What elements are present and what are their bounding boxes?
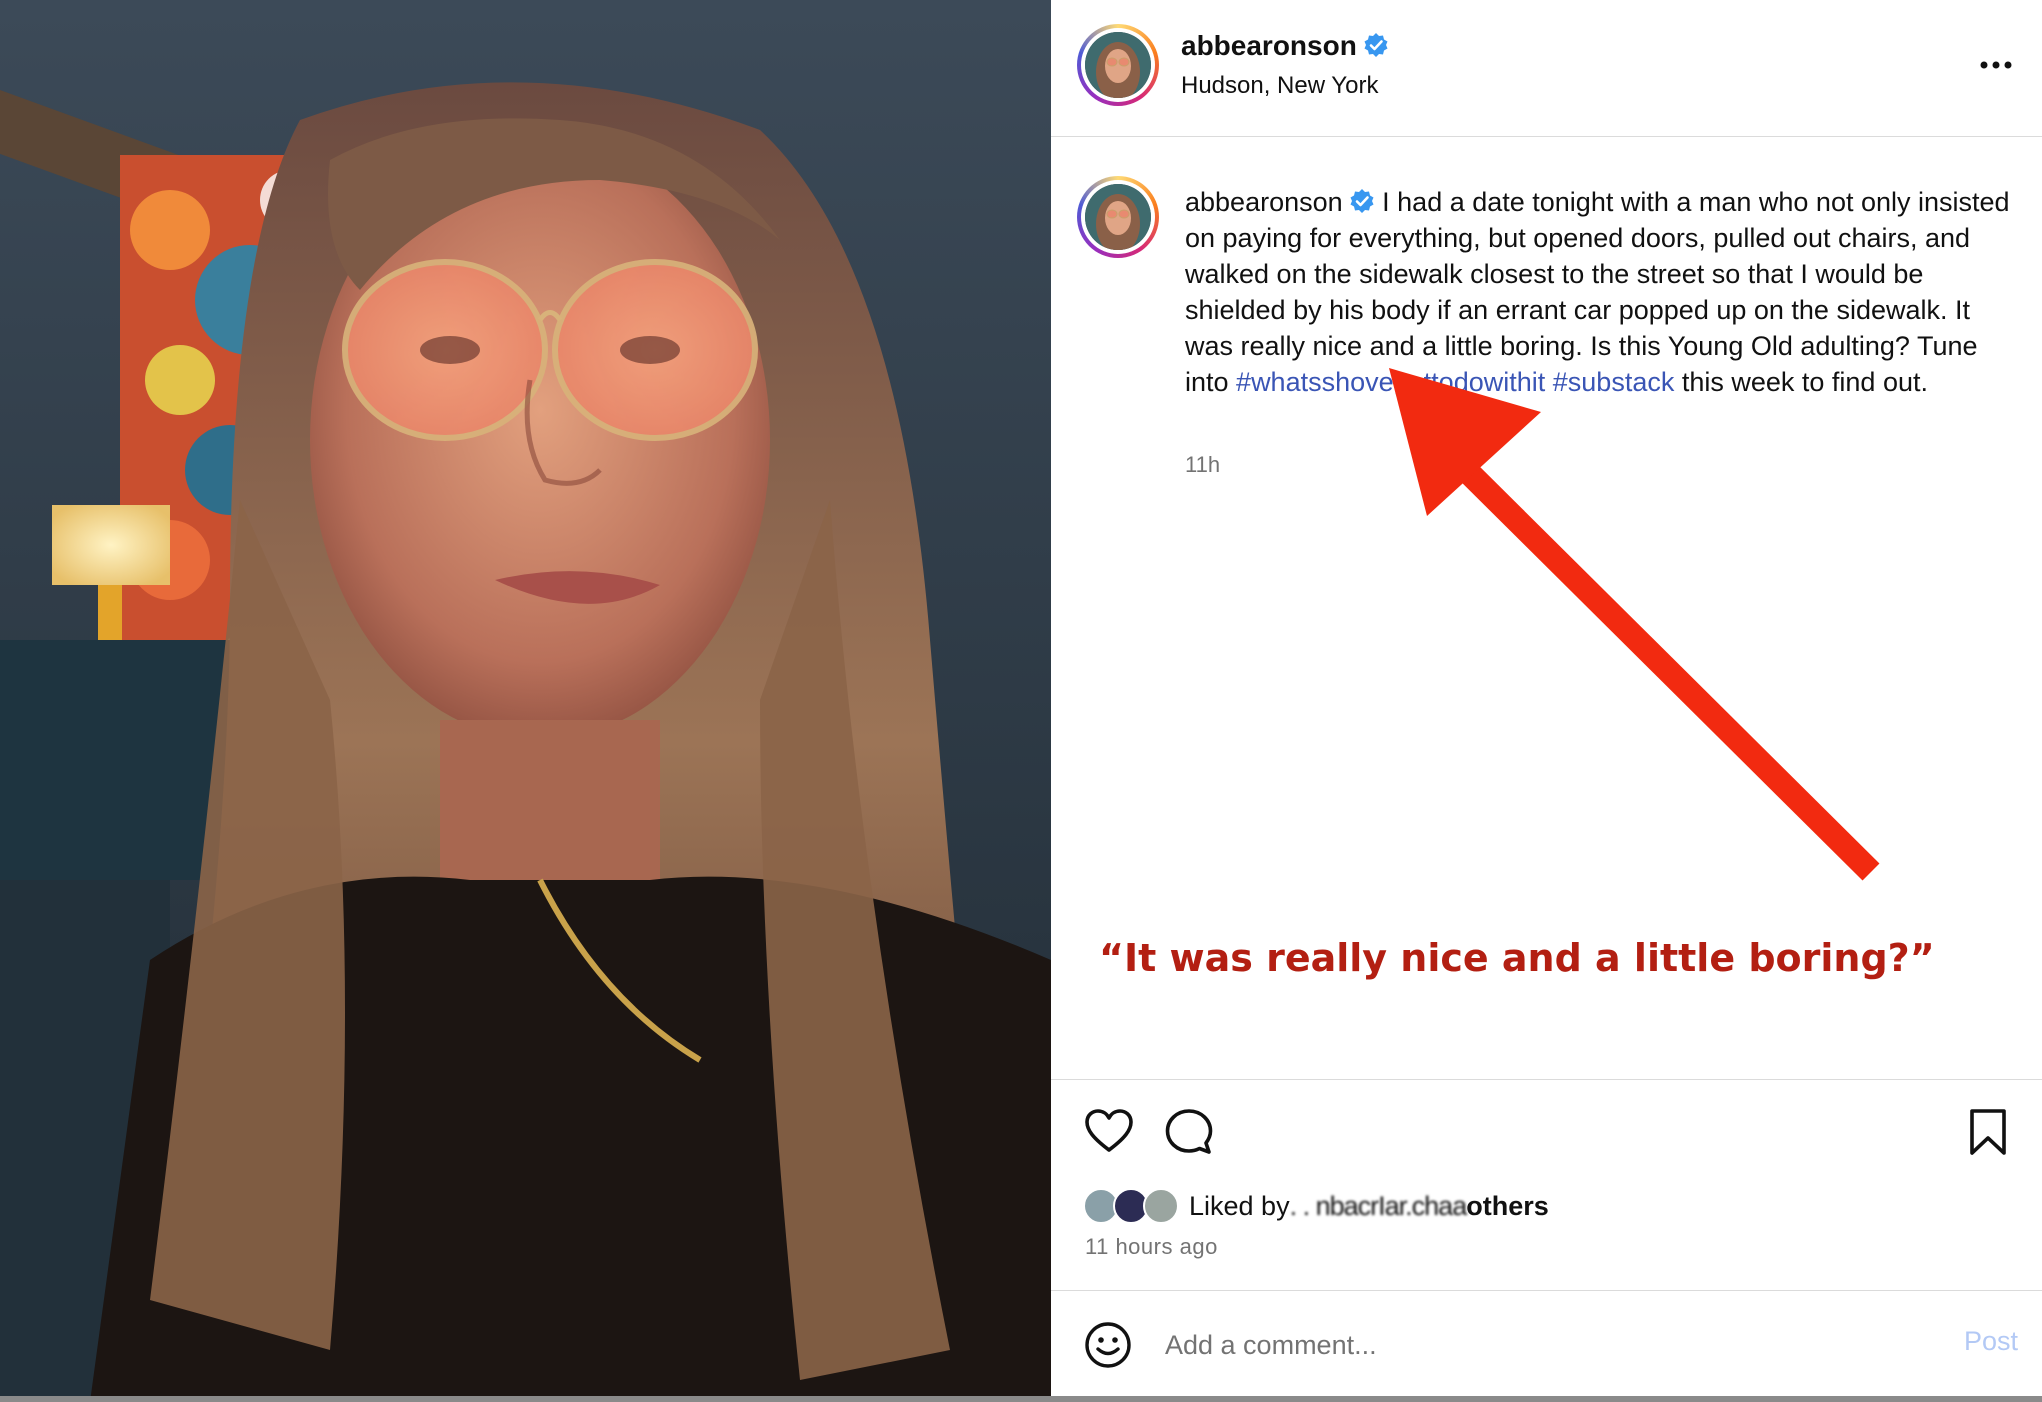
caption-username[interactable]: abbearonson <box>1185 187 1343 217</box>
post-comment-button[interactable]: Post <box>1964 1326 2018 1357</box>
caption-text: I had a date tonight with a man who not … <box>1185 187 2010 397</box>
annotation-quote: “It was really nice and a little boring?… <box>1099 936 1935 980</box>
window-edge <box>0 1396 2042 1402</box>
avatar <box>1143 1188 1179 1224</box>
hashtag-link[interactable]: #whatsshovegottodowithit <box>1236 367 1545 397</box>
header-username[interactable]: abbearonson <box>1181 30 1389 62</box>
more-options-icon[interactable] <box>1976 50 2016 80</box>
liked-by-count-obscured: a <box>1452 1190 1467 1221</box>
bookmark-icon[interactable] <box>1962 1106 2014 1158</box>
post-caption: abbearonson I had a date tonight with a … <box>1185 184 2015 400</box>
divider <box>1051 1079 2042 1080</box>
comment-bubble-icon[interactable] <box>1163 1106 1215 1158</box>
likes-summary[interactable]: Liked by . . nbacr Iar.cha a others <box>1083 1186 1549 1226</box>
profile-avatar[interactable] <box>1077 24 1159 106</box>
post-photo <box>0 0 1051 1402</box>
liked-by-others-link[interactable]: others <box>1466 1191 1549 1222</box>
caption-timestamp[interactable]: 11h <box>1185 452 1220 478</box>
liked-by-user-obscured[interactable]: . . nbacr <box>1290 1191 1380 1222</box>
heart-icon[interactable] <box>1083 1106 1135 1158</box>
avatar-image <box>1085 32 1151 98</box>
comment-input[interactable] <box>1163 1322 1863 1368</box>
divider <box>1051 1290 2042 1291</box>
hashtag-link[interactable]: #substack <box>1553 367 1675 397</box>
liked-by-user-obscured[interactable]: Iar.cha <box>1378 1191 1453 1222</box>
liked-by-label: Liked by <box>1189 1190 1290 1221</box>
post-timestamp[interactable]: 11 hours ago <box>1085 1234 1218 1260</box>
caption-text-tail: this week to find out. <box>1674 367 1928 397</box>
emoji-icon[interactable] <box>1083 1320 1133 1370</box>
avatar-image <box>1085 184 1151 250</box>
verified-badge-icon <box>1364 33 1388 57</box>
selfie-image <box>0 0 1051 1402</box>
post-location[interactable]: Hudson, New York <box>1181 72 1378 100</box>
verified-badge-icon <box>1350 189 1374 213</box>
caption-avatar[interactable] <box>1077 176 1159 258</box>
post-header: abbearonson Hudson, New York <box>1051 0 2042 137</box>
post-details-panel: abbearonson Hudson, New York abbearonson <box>1051 0 2042 1402</box>
liker-avatars <box>1083 1186 1187 1226</box>
